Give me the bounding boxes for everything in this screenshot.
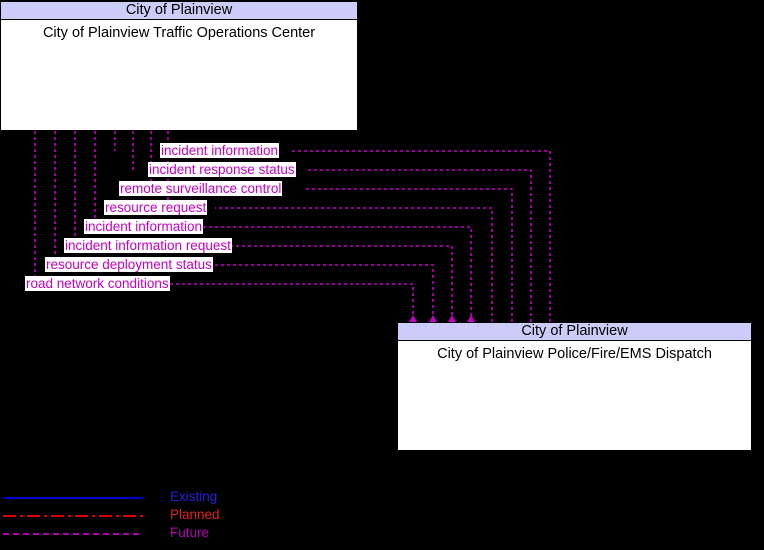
flow-label-incident-information-request[interactable]: incident information request xyxy=(64,238,232,253)
flow-label-road-network-conditions[interactable]: road network conditions xyxy=(25,276,170,291)
entity-name-dispatch: City of Plainview Police/Fire/EMS Dispat… xyxy=(437,346,712,362)
arrowhead-down-4 xyxy=(467,315,475,322)
flow-label-remote-surveillance-control[interactable]: remote surveillance control xyxy=(119,181,283,196)
legend-label-future: Future xyxy=(170,525,210,540)
legend-item-existing: Existing xyxy=(0,488,280,506)
legend-label-existing: Existing xyxy=(170,489,218,504)
legend-label-planned: Planned xyxy=(170,507,220,522)
legend-item-planned: Planned xyxy=(0,506,280,524)
entity-name-toc: City of Plainview Traffic Operations Cen… xyxy=(42,25,316,41)
diagram-canvas: City of Plainview City of Plainview Traf… xyxy=(0,0,764,550)
flow-label-resource-request[interactable]: resource request xyxy=(104,200,208,215)
arrowhead-down-3 xyxy=(448,315,456,322)
flow-path-remote-surveillance-control xyxy=(303,188,513,322)
arrowhead-down-1 xyxy=(409,315,417,322)
legend-line-existing-icon xyxy=(3,497,143,499)
flow-path-incident-information-up xyxy=(290,150,551,322)
flow-label-incident-response-status[interactable]: incident response status xyxy=(148,162,296,177)
entity-stakeholder-dispatch: City of Plainview xyxy=(398,323,751,341)
legend-line-future-icon xyxy=(3,533,143,535)
entity-stakeholder-toc: City of Plainview xyxy=(1,2,357,20)
legend: Existing Planned Future xyxy=(0,488,280,544)
arrowhead-down-2 xyxy=(429,315,437,322)
entity-box-police-fire-ems-dispatch[interactable]: City of Plainview City of Plainview Poli… xyxy=(397,322,752,451)
flow-label-resource-deployment-status[interactable]: resource deployment status xyxy=(45,257,213,272)
legend-item-future: Future xyxy=(0,524,280,542)
legend-line-planned-icon xyxy=(3,515,143,517)
entity-box-traffic-operations-center[interactable]: City of Plainview City of Plainview Traf… xyxy=(0,1,358,131)
flow-label-incident-information-2[interactable]: incident information xyxy=(84,219,204,234)
flow-label-incident-information-1[interactable]: incident information xyxy=(160,143,280,158)
